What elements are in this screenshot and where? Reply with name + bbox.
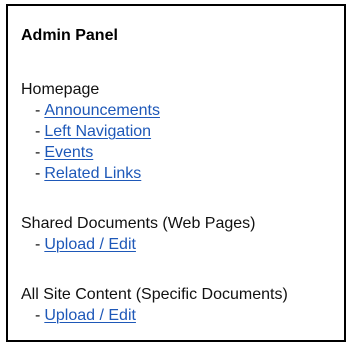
all-site-content-upload-edit-link[interactable]: Upload / Edit (44, 307, 136, 324)
list-dash: - (35, 236, 41, 253)
panel-title: Admin Panel (21, 27, 118, 44)
list-dash: - (35, 307, 41, 324)
section-heading-homepage: Homepage (21, 81, 100, 98)
section-heading-shared-documents: Shared Documents (Web Pages) (21, 215, 256, 232)
shared-documents-upload-edit-link[interactable]: Upload / Edit (44, 236, 136, 253)
homepage-link-row-events: - Events (35, 143, 93, 163)
list-dash: - (35, 165, 41, 182)
left-navigation-link[interactable]: Left Navigation (44, 123, 151, 140)
events-link[interactable]: Events (44, 144, 93, 161)
announcements-link[interactable]: Announcements (44, 102, 160, 119)
related-links-link[interactable]: Related Links (44, 165, 141, 182)
admin-panel: Admin Panel Homepage - Announcements - Lef… (6, 4, 346, 342)
list-dash: - (35, 144, 41, 161)
homepage-link-row-announcements: - Announcements (35, 101, 160, 121)
homepage-link-row-related-links: - Related Links (35, 164, 141, 184)
all-site-content-link-row: - Upload / Edit (35, 306, 136, 326)
shared-documents-link-row: - Upload / Edit (35, 235, 136, 255)
homepage-link-row-left-navigation: - Left Navigation (35, 122, 151, 142)
list-dash: - (35, 123, 41, 140)
list-dash: - (35, 102, 41, 119)
section-heading-all-site-content: All Site Content (Specific Documents) (21, 286, 288, 303)
